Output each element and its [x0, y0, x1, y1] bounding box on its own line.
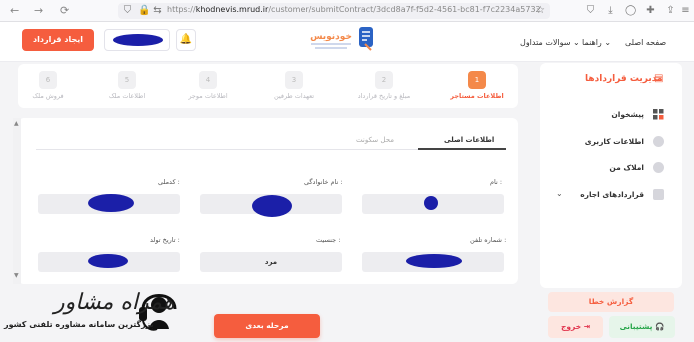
url-prefix: https:// [167, 5, 196, 14]
national-code-field[interactable] [38, 194, 180, 214]
nav-home[interactable]: صفحه اصلی [625, 38, 666, 47]
tab-active-indicator [418, 148, 506, 150]
share-icon[interactable]: ⇪ [665, 5, 676, 16]
sidebar-item-user-info[interactable]: اطلاعات کاربری [548, 135, 664, 149]
redacted-value [406, 254, 462, 268]
reload-icon[interactable]: ⟳ [60, 4, 69, 17]
user-profile-box[interactable] [104, 29, 170, 51]
step-amount-date[interactable]: 2 مبلغ و تاریخ قرارداد [344, 71, 424, 100]
document-icon [653, 189, 664, 200]
logo-text: خودنویس [310, 32, 352, 42]
redacted-username [113, 34, 163, 46]
step-tenant-info[interactable]: 1 اطلاعات مستاجر [437, 71, 517, 100]
step-number: 1 [468, 71, 486, 89]
sidebar-item-dashboard[interactable]: پیشخوان [548, 108, 664, 122]
redacted-value [252, 195, 292, 217]
url-domain: khodnevis.mrud.ir [195, 5, 269, 14]
back-arrow-icon[interactable]: ← [10, 4, 19, 17]
scroll-up-icon[interactable]: ▲ [14, 120, 19, 127]
tab-main-info[interactable]: اطلاعات اصلی [444, 136, 494, 144]
redacted-value [424, 196, 438, 210]
sidebar-title: مدیریت قراردادها [585, 74, 663, 84]
gender-label: جنسیت : [316, 236, 341, 244]
sidebar-item-label: اطلاعات کاربری [584, 137, 644, 146]
birth-date-label: تاریخ تولد : [150, 236, 180, 244]
url-path: /customer/submitContract/3dcd8a7f-f5d2-4… [268, 5, 541, 14]
khodnevis-logo[interactable]: خودنویس [305, 24, 377, 58]
sidebar-item-label: پیشخوان [611, 110, 644, 119]
house-icon [653, 162, 664, 173]
user-icon [653, 136, 664, 147]
tab-residence[interactable]: محل سکونت [356, 136, 394, 144]
step-label: اطلاعات موجر [188, 92, 228, 100]
step-landlord-info[interactable]: 4 اطلاعات موجر [168, 71, 248, 100]
step-property-sale[interactable]: 6 فروش ملک [8, 71, 88, 100]
step-number: 2 [375, 71, 393, 89]
phone-field[interactable] [362, 252, 504, 272]
step-label: فروش ملک [32, 92, 64, 100]
sidebar [540, 63, 682, 288]
family-field[interactable] [200, 194, 342, 217]
extensions-icon[interactable]: ✚ [645, 5, 656, 16]
grid-icon [653, 109, 664, 120]
sidebar-item-rent-contracts[interactable]: قراردادهای اجاره ⌄ [548, 188, 664, 202]
shield-icon[interactable]: ⛉ [122, 5, 133, 16]
name-label: نام : [490, 178, 503, 186]
family-label: نام خانوادگی : [304, 178, 343, 186]
nav-faq[interactable]: سوالات متداول ⌄ [520, 38, 580, 47]
step-label: تعهدات طرفین [273, 92, 315, 100]
notification-bell-icon[interactable]: 🔔 [176, 29, 196, 51]
menu-icon[interactable]: ≡ [680, 5, 691, 16]
create-contract-button[interactable]: ایجاد قرارداد [22, 29, 94, 51]
sidebar-item-label: املاک من [609, 163, 644, 172]
watermark-subtitle: بزرگترین سامانه مشاوره تلفنی کشور [4, 320, 154, 329]
headset-icon: 🎧 [655, 322, 665, 331]
step-label: مبلغ و تاریخ قرارداد [357, 92, 411, 100]
bookmark-star-icon[interactable]: ☆ [535, 5, 546, 16]
name-field[interactable] [362, 194, 504, 214]
sidebar-item-my-properties[interactable]: املاک من [548, 161, 664, 175]
national-code-label: کدملی : [158, 178, 180, 186]
phone-label: شماره تلفن : [470, 236, 507, 244]
redacted-value [88, 254, 128, 268]
step-number: 5 [118, 71, 136, 89]
url-text[interactable]: https://khodnevis.mrud.ir/customer/submi… [167, 5, 541, 14]
support-button[interactable]: پشتیبانی 🎧 [609, 316, 675, 338]
step-obligations[interactable]: 3 تعهدات طرفین [254, 71, 334, 100]
next-step-button[interactable]: مرحله بعدی [214, 314, 320, 338]
exit-icon: ⇥ [583, 322, 591, 331]
gender-select[interactable]: مرد [200, 252, 342, 272]
watermark-title: همراه مشاور [54, 290, 175, 315]
shield-extension-icon[interactable]: ⛉ [585, 5, 596, 16]
chevron-down-icon: ⌄ [556, 189, 563, 198]
download-icon[interactable]: ⤓ [605, 5, 616, 16]
permissions-icon[interactable]: ⇆ [152, 5, 163, 16]
exit-button[interactable]: خروج ⇥ [548, 316, 603, 338]
birth-date-field[interactable] [38, 252, 180, 272]
nav-guide[interactable]: راهنما ⌄ [582, 38, 611, 47]
contracts-menu-icon: ▤ [654, 73, 664, 84]
step-number: 6 [39, 71, 57, 89]
step-number: 4 [199, 71, 217, 89]
step-label: اطلاعات مستاجر [450, 92, 504, 100]
account-icon[interactable]: ◯ [625, 5, 636, 16]
redacted-value [88, 194, 134, 212]
scroll-down-icon[interactable]: ▼ [14, 272, 19, 279]
lock-icon[interactable]: 🔒 [138, 5, 150, 16]
sidebar-item-label: قراردادهای اجاره [580, 190, 644, 199]
scrollbar[interactable]: ▲ ▼ [13, 118, 21, 284]
step-property-info[interactable]: 5 اطلاعات ملک [87, 71, 167, 100]
step-label: اطلاعات ملک [108, 92, 146, 100]
report-error-button[interactable]: گزارش خطا [548, 292, 674, 312]
step-number: 3 [285, 71, 303, 89]
forward-arrow-icon[interactable]: → [34, 4, 43, 17]
